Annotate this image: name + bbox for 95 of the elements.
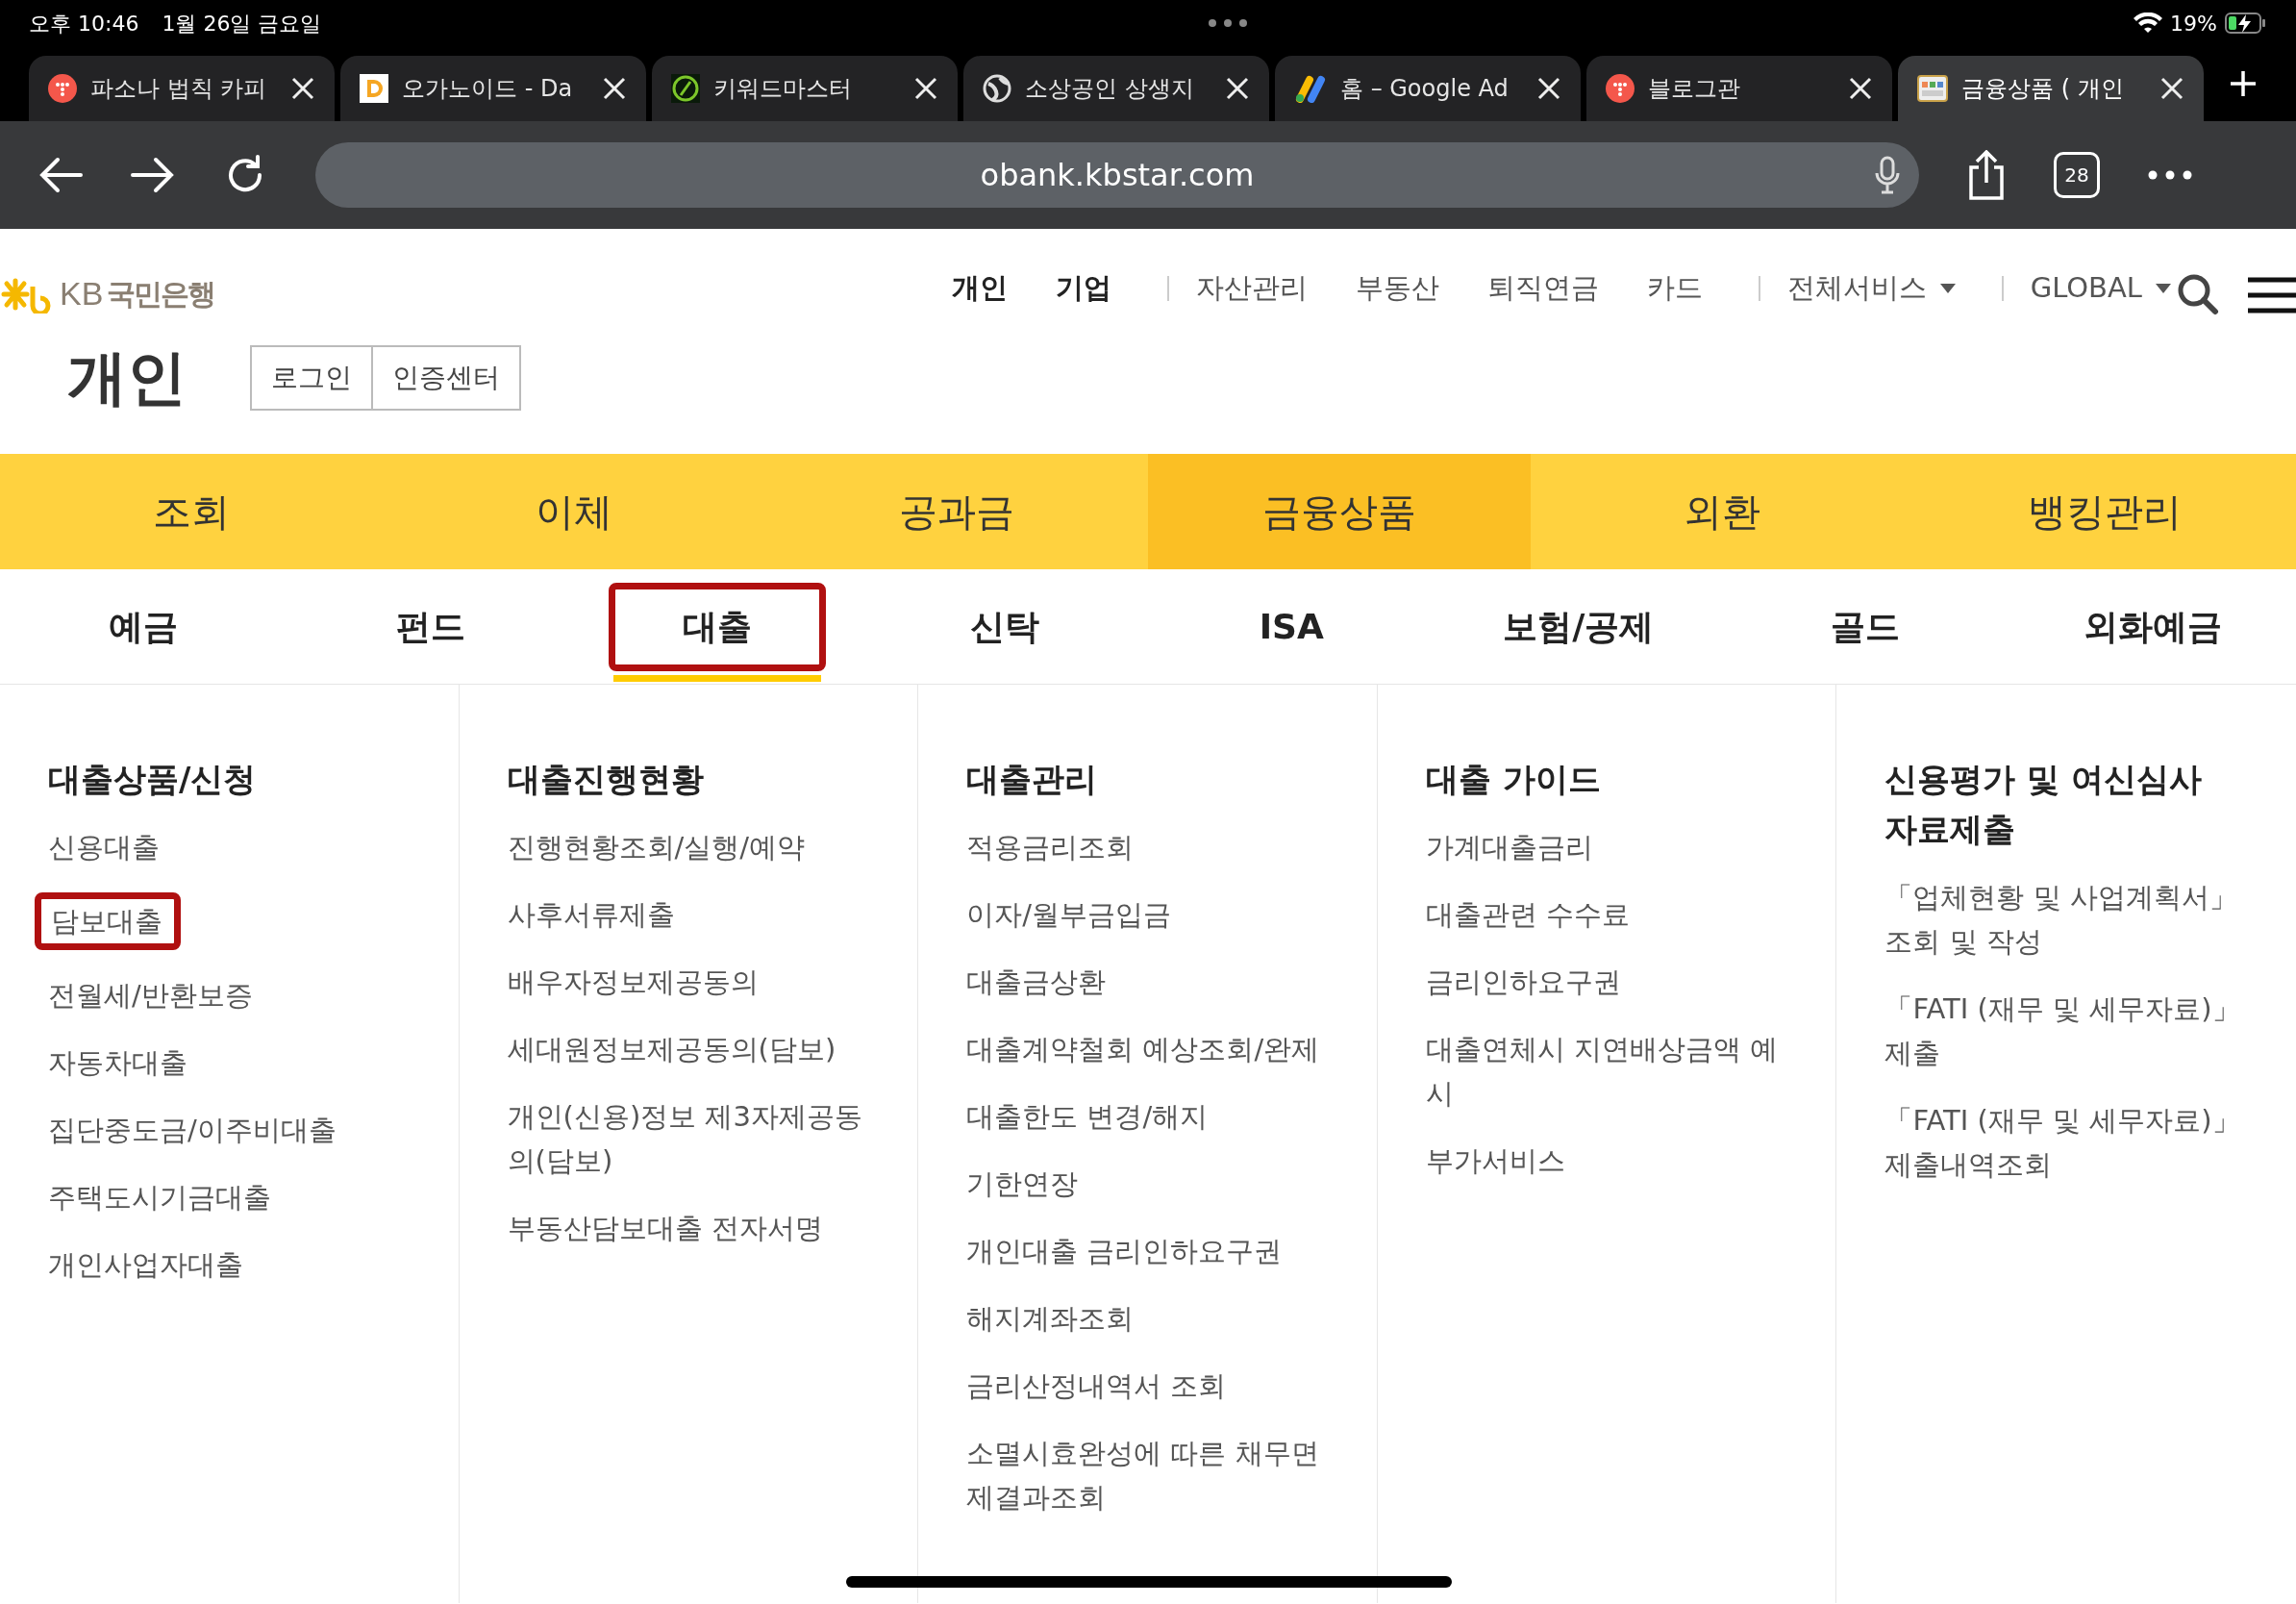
menu-link[interactable]: 금리산정내역서 조회 [966,1364,1338,1408]
menu-link[interactable]: 기한연장 [966,1162,1338,1206]
status-time: 오후 10:46 [29,10,139,38]
main-nav-tab[interactable]: 금융상품 [1148,454,1531,569]
browser-tab[interactable]: 블로그관 [1586,56,1892,121]
sub-nav-tab[interactable]: 신탁 [902,582,1107,671]
menu-link[interactable]: 부동산담보대출 전자서명 [507,1206,880,1250]
close-icon[interactable] [290,76,315,101]
multitasking-dots-icon[interactable] [1206,18,1249,28]
nav-link[interactable]: GLOBAL [2030,267,2171,310]
menu-link[interactable]: 전월세/반환보증 [48,973,420,1017]
leaf-favicon-icon [671,74,700,103]
tab-count-button[interactable]: 28 [2054,152,2100,198]
back-arrow-icon[interactable] [38,156,83,194]
menu-column-heading: 대출상품/신청 [48,759,258,800]
browser-tab[interactable]: 오가노이드 - Da [340,56,646,121]
close-icon[interactable] [602,76,627,101]
search-icon[interactable] [2177,273,2219,315]
browser-tab[interactable]: 파소나 법칙 카피 [29,56,335,121]
menu-column-heading: 대출진행현황 [507,759,705,800]
menu-link[interactable]: 개인(신용)정보 제3자제공동의(담보) [507,1094,880,1183]
menu-link[interactable]: 배우자정보제공동의 [507,960,880,1004]
menu-link[interactable]: 소멸시효완성에 따른 채무면제결과조회 [966,1431,1338,1519]
close-icon[interactable] [2159,76,2184,101]
ads-favicon-icon [1294,74,1327,103]
close-icon[interactable] [913,76,938,101]
dots-favicon-icon [48,74,77,103]
menu-link[interactable]: 대출연체시 지연배상금액 예시 [1425,1027,1798,1115]
menu-link[interactable]: 사후서류제출 [507,892,880,937]
menu-link[interactable]: 대출한도 변경/해지 [966,1094,1338,1139]
menu-link[interactable]: 대출관련 수수료 [1425,892,1798,937]
status-date: 1월 26일 금요일 [162,10,322,38]
menu-link[interactable]: 「FATI (재무 및 세무자료)」 제출내역조회 [1884,1098,2258,1187]
browser-tab[interactable]: 금융상품 ( 개인 [1898,56,2204,121]
sub-nav-tab[interactable]: 펀드 [328,582,533,671]
nav-link[interactable]: 카드 [1646,267,1703,310]
bank-app-favicon-icon [1917,74,1948,103]
close-icon[interactable] [1225,76,1250,101]
nav-link[interactable]: 부동산 [1355,267,1439,310]
close-icon[interactable] [1536,76,1561,101]
nav-link[interactable]: 기업 [1055,267,1111,310]
nav-link[interactable]: 퇴직연금 [1486,267,1599,310]
dropdown-caret-icon [2156,283,2171,293]
menu-link[interactable]: 자동차대출 [48,1040,420,1085]
menu-link[interactable]: 「업체현황 및 사업계획서」조회 및 작성 [1884,875,2258,964]
menu-column-heading: 신용평가 및 여신심사 자료제출 [1884,759,2204,850]
address-bar[interactable]: obank.kbstar.com [315,142,1919,208]
dots-favicon-icon [1606,74,1635,103]
sub-nav-tab[interactable]: 대출 [609,582,827,671]
menu-link[interactable]: 이자/월부금입금 [966,892,1338,937]
wifi-icon [2134,13,2163,34]
menu-link[interactable]: 해지계좌조회 [966,1296,1338,1341]
battery-percentage: 19% [2170,10,2217,38]
share-icon[interactable] [1967,150,2006,200]
logo-text[interactable]: KB [60,269,104,318]
nav-link[interactable]: 전체서비스 [1786,267,1956,310]
menu-link[interactable]: 대출계약철회 예상조회/완제 [966,1027,1338,1071]
battery-charging-icon [2225,13,2267,34]
page-title: 개인 [67,341,187,414]
dropdown-caret-icon [1939,283,1956,293]
menu-link[interactable]: 진행현황조회/실행/예약 [507,825,880,869]
menu-icon[interactable] [2248,277,2296,313]
browser-tab[interactable]: 홈 – Google Ad [1275,56,1581,121]
menu-link[interactable]: 개인대출 금리인하요구권 [966,1229,1338,1273]
sub-nav-tab[interactable]: 외화예금 [2015,582,2289,671]
menu-link[interactable]: 집단중도금/이주비대출 [48,1108,420,1152]
menu-link[interactable]: 신용대출 [48,825,420,869]
logo-text[interactable]: 국민은행 [107,272,215,315]
menu-column-heading: 대출관리 [966,759,1099,800]
close-icon[interactable] [1848,76,1873,101]
sub-nav-tab[interactable]: 보험/공제 [1435,582,1722,671]
sub-nav-tab[interactable]: 골드 [1763,582,1968,671]
menu-column-heading: 대출 가이드 [1425,759,1602,800]
more-icon[interactable] [2148,170,2192,180]
menu-link[interactable]: 세대원정보제공동의(담보) [507,1027,880,1071]
nav-link[interactable]: 개인 [951,267,1008,310]
globe-icon [983,74,1011,103]
menu-link[interactable]: 「FATI (재무 및 세무자료)」 제출 [1884,987,2258,1075]
menu-link[interactable]: 주택도시기금대출 [48,1175,420,1219]
new-tab-icon[interactable] [2229,69,2258,98]
d-favicon-icon [360,74,388,103]
menu-link[interactable]: 금리인하요구권 [1425,960,1798,1004]
sub-nav-tab[interactable]: 예금 [41,582,246,671]
menu-link[interactable]: 가계대출금리 [1425,825,1798,869]
forward-arrow-icon[interactable] [131,156,175,194]
browser-tab[interactable]: 소상공인 상생지 [963,56,1269,121]
menu-link[interactable]: 부가서비스 [1425,1139,1798,1183]
sub-nav-tab[interactable]: ISA [1191,582,1391,671]
menu-link[interactable]: 적용금리조회 [966,825,1338,869]
browser-tab[interactable]: 키워드마스터 [652,56,958,121]
menu-link[interactable]: 대출금상환 [966,960,1338,1004]
menu-link[interactable]: 담보대출 [35,892,181,950]
menu-link[interactable]: 개인사업자대출 [48,1242,420,1287]
nav-link[interactable]: 자산관리 [1195,267,1308,310]
microphone-icon[interactable] [1875,156,1900,194]
